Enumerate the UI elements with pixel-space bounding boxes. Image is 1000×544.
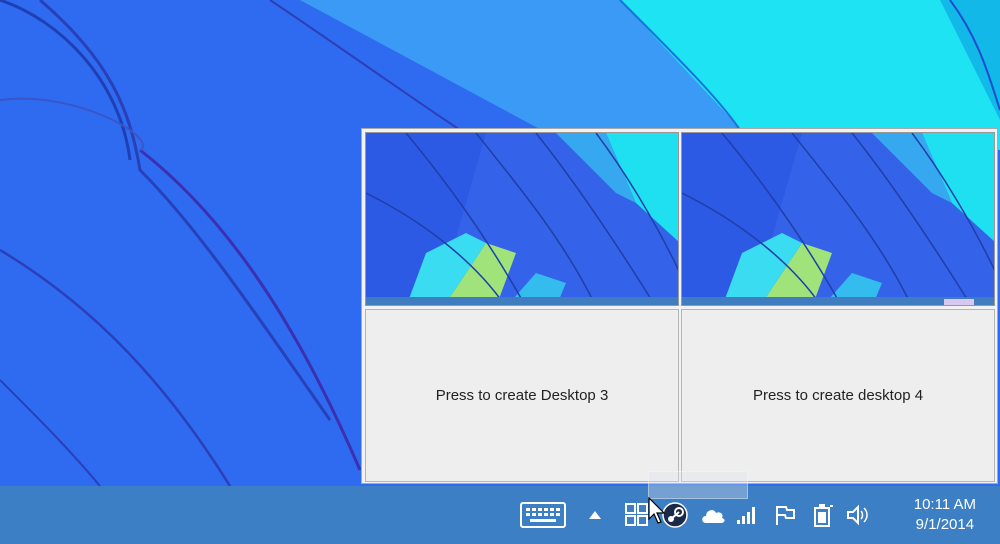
create-desktop-3-label: Press to create Desktop 3 [435,387,609,404]
clock-time: 10:11 AM [913,496,976,513]
show-hidden-icons-button[interactable] [586,506,604,524]
desktop-1-thumbnail[interactable] [365,132,679,306]
power-button[interactable] [810,500,836,530]
keyboard-icon [520,502,566,528]
taskbar-clock[interactable]: 10:11 AM 9/1/2014 [914,495,976,535]
create-desktop-4-label: Press to create desktop 4 [752,387,924,404]
onedrive-button[interactable] [699,502,727,528]
touch-keyboard-button[interactable] [518,500,568,530]
virtual-desktops-icon [625,503,648,526]
create-desktop-3-button[interactable]: Press to create Desktop 3 [365,309,679,482]
volume-button[interactable] [845,502,871,528]
power-battery-icon [814,504,833,527]
network-button[interactable] [734,503,760,527]
tooltip [648,471,748,499]
network-signal-icon [737,507,755,524]
action-center-flag-icon [776,506,795,525]
show-hidden-chevron-icon [589,511,601,519]
create-desktop-4-button[interactable]: Press to create desktop 4 [681,309,995,482]
action-center-button[interactable] [772,502,798,528]
mouse-cursor-icon [648,497,666,524]
clock-date: 9/1/2014 [915,516,975,533]
virtual-desktop-popup: Press to create Desktop 3 Press to creat… [361,128,998,484]
desktop-2-thumbnail[interactable] [681,132,995,306]
virtual-desktops-button[interactable] [624,501,650,529]
volume-icon [847,504,868,526]
onedrive-cloud-icon [702,510,725,523]
